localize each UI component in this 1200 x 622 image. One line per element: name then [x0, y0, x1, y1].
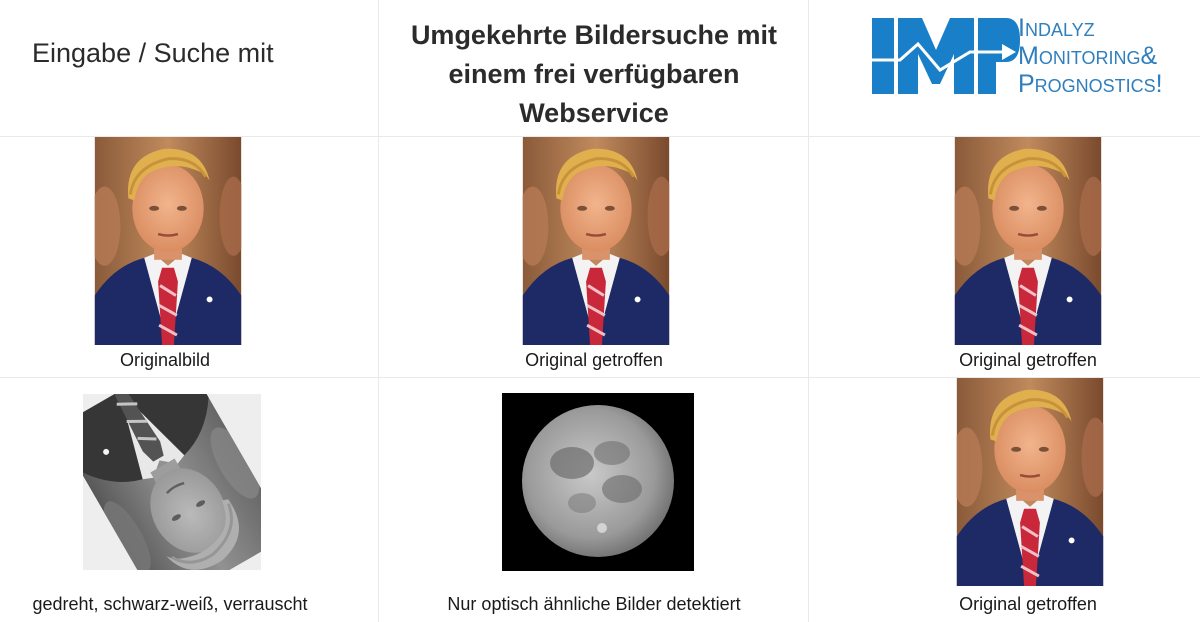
grid-divider-v2 [808, 0, 809, 622]
logo-line-1: Indalyz [1018, 14, 1095, 42]
heading-line-2: einem frei verfügbaren [448, 59, 740, 89]
company-logo: Indalyz Monitoring& Prognostics! [870, 14, 1190, 98]
rotated-grayscale-noisy-image [83, 394, 261, 570]
grid-divider-v1 [378, 0, 379, 622]
logo-line-2: Monitoring& [1018, 42, 1158, 70]
caption-rotated-image: gedreht, schwarz-weiß, verrauscht [32, 594, 308, 614]
caption-original-image: Originalbild [119, 350, 211, 370]
caption-impr-result-1: Original getroffen [959, 350, 1097, 370]
moon-image [502, 393, 694, 571]
impr-result-portrait-image-2 [956, 378, 1104, 586]
column-heading-input: Eingabe / Suche mit [32, 38, 274, 68]
caption-search-result-1: Original getroffen [525, 350, 663, 370]
heading-line-3: Webservice [519, 98, 669, 128]
column-heading-search: Umgekehrte Bildersuche mit einem frei ve… [380, 16, 808, 133]
imp-logo-mark [870, 18, 1020, 94]
caption-moon-result: Nur optisch ähnliche Bilder detektiert [447, 594, 741, 614]
impr-result-portrait-image [954, 137, 1102, 345]
heading-line-1: Umgekehrte Bildersuche mit [410, 20, 778, 50]
logo-line-3: Prognostics! [1018, 70, 1163, 98]
caption-impr-result-2: Original getroffen [959, 594, 1097, 614]
search-result-portrait-image [522, 137, 670, 345]
original-portrait-image [94, 137, 242, 345]
